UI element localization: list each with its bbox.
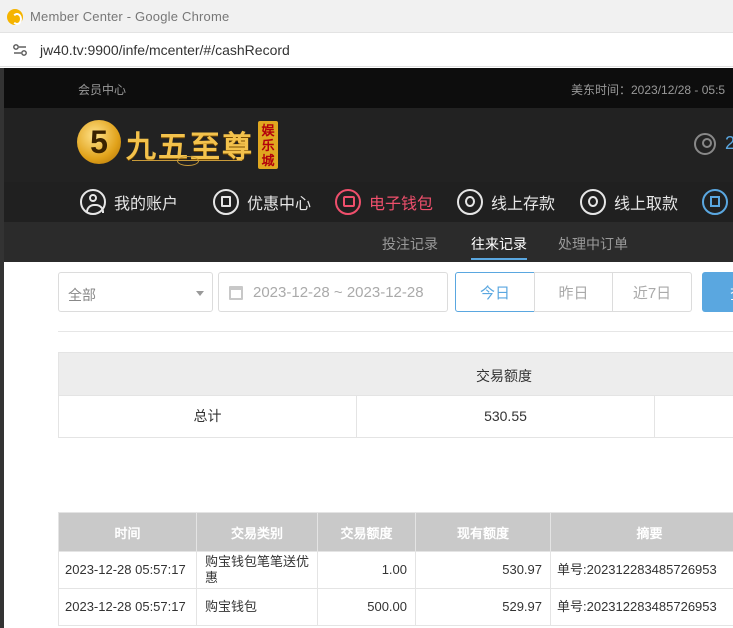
last-7-days-button[interactable]: 近7日: [612, 272, 692, 312]
calendar-icon: [229, 286, 243, 300]
nav-online-withdraw[interactable]: 线上取款: [580, 187, 678, 217]
cell-time: 2023-12-28 05:57:17: [58, 588, 197, 626]
summary-total-value: 530.55: [357, 396, 655, 437]
cell-amount: 1.00: [317, 551, 416, 589]
divider: [58, 331, 733, 332]
top-strip: 会员中心 美东时间：2023/12/28 - 05:5: [4, 68, 733, 108]
sub-nav: 投注记录 往来记录 处理中订单: [4, 222, 733, 262]
main-nav: 我的账户 优惠中心 电子钱包 线上存款 线上取款: [4, 182, 733, 222]
table-row: 2023-12-28 05:57:17 购宝钱包笔笔送优惠 1.00 530.9…: [58, 551, 733, 589]
user-avatar-icon[interactable]: [694, 133, 716, 155]
cell-balance: 530.97: [415, 551, 551, 589]
user-icon: [80, 189, 106, 215]
cell-amount: 500.00: [317, 588, 416, 626]
nav-online-deposit[interactable]: 线上存款: [457, 187, 555, 217]
yesterday-button[interactable]: 昨日: [534, 272, 613, 312]
tab-bet-records[interactable]: 投注记录: [382, 234, 438, 254]
brand-decoration: [132, 156, 242, 166]
address-bar[interactable]: jw40.tv:9900/infe/mcenter/#/cashRecord: [0, 33, 733, 67]
wallet-icon: [335, 189, 361, 215]
nav-promotions[interactable]: 优惠中心: [213, 187, 311, 217]
brand-logo-icon[interactable]: 5: [77, 120, 121, 164]
cell-type: 购宝钱包: [196, 588, 318, 626]
tab-transaction-records[interactable]: 往来记录: [471, 234, 527, 254]
main-content: 全部 2023-12-28 ~ 2023-12-28 今日 昨日 近7日 查 交…: [4, 262, 733, 628]
search-button[interactable]: 查: [702, 272, 733, 312]
cell-time: 2023-12-28 05:57:17: [58, 551, 197, 589]
col-type: 交易类别: [196, 512, 318, 552]
summary-row: 总计 530.55: [59, 395, 733, 437]
summary-header: 交易额度: [59, 353, 733, 395]
browser-window: Member Center - Google Chrome jw40.tv:99…: [0, 0, 733, 628]
summary-total-label: 总计: [59, 396, 357, 437]
cell-type: 购宝钱包笔笔送优惠: [196, 551, 318, 589]
gift-icon: [213, 189, 239, 215]
col-note: 摘要: [550, 512, 733, 552]
member-center-link[interactable]: 会员中心: [78, 81, 126, 98]
cell-note: 单号:202312283485726953: [550, 588, 733, 626]
chevron-down-icon: [196, 291, 204, 296]
date-range-input[interactable]: 2023-12-28 ~ 2023-12-28: [218, 272, 448, 312]
nav-more[interactable]: [702, 187, 733, 217]
col-time: 时间: [58, 512, 197, 552]
records-header-row: 时间 交易类别 交易额度 现有额度 摘要: [58, 512, 733, 552]
col-balance: 现有额度: [415, 512, 551, 552]
summary-table: 交易额度 总计 530.55: [58, 352, 733, 438]
user-count[interactable]: 2: [725, 133, 733, 154]
cell-note: 单号:202312283485726953: [550, 551, 733, 589]
record-icon: [702, 189, 728, 215]
type-select[interactable]: 全部: [58, 272, 213, 312]
tab-pending-orders[interactable]: 处理中订单: [558, 234, 628, 254]
brand-tag: 娱乐城: [258, 121, 278, 169]
table-row: 2023-12-28 05:57:17 购宝钱包 500.00 529.97 单…: [58, 588, 733, 626]
deposit-icon: [457, 189, 483, 215]
site-settings-icon[interactable]: [12, 42, 28, 58]
url-text[interactable]: jw40.tv:9900/infe/mcenter/#/cashRecord: [40, 42, 290, 58]
col-amount: 交易额度: [317, 512, 416, 552]
title-bar: Member Center - Google Chrome: [0, 0, 733, 33]
favicon-icon: [7, 9, 23, 25]
today-button[interactable]: 今日: [455, 272, 535, 312]
active-tab-indicator: [471, 258, 527, 260]
cell-balance: 529.97: [415, 588, 551, 626]
nav-my-account[interactable]: 我的账户: [80, 187, 178, 217]
withdraw-icon: [580, 189, 606, 215]
eastern-time: 美东时间：2023/12/28 - 05:5: [571, 83, 726, 97]
window-title: Member Center - Google Chrome: [30, 9, 230, 24]
nav-e-wallet[interactable]: 电子钱包: [335, 187, 433, 217]
brand-header: 5 九五至尊 娱乐城 2: [4, 108, 733, 182]
records-table: 时间 交易类别 交易额度 现有额度 摘要 2023-12-28 05:57:17…: [58, 512, 733, 626]
